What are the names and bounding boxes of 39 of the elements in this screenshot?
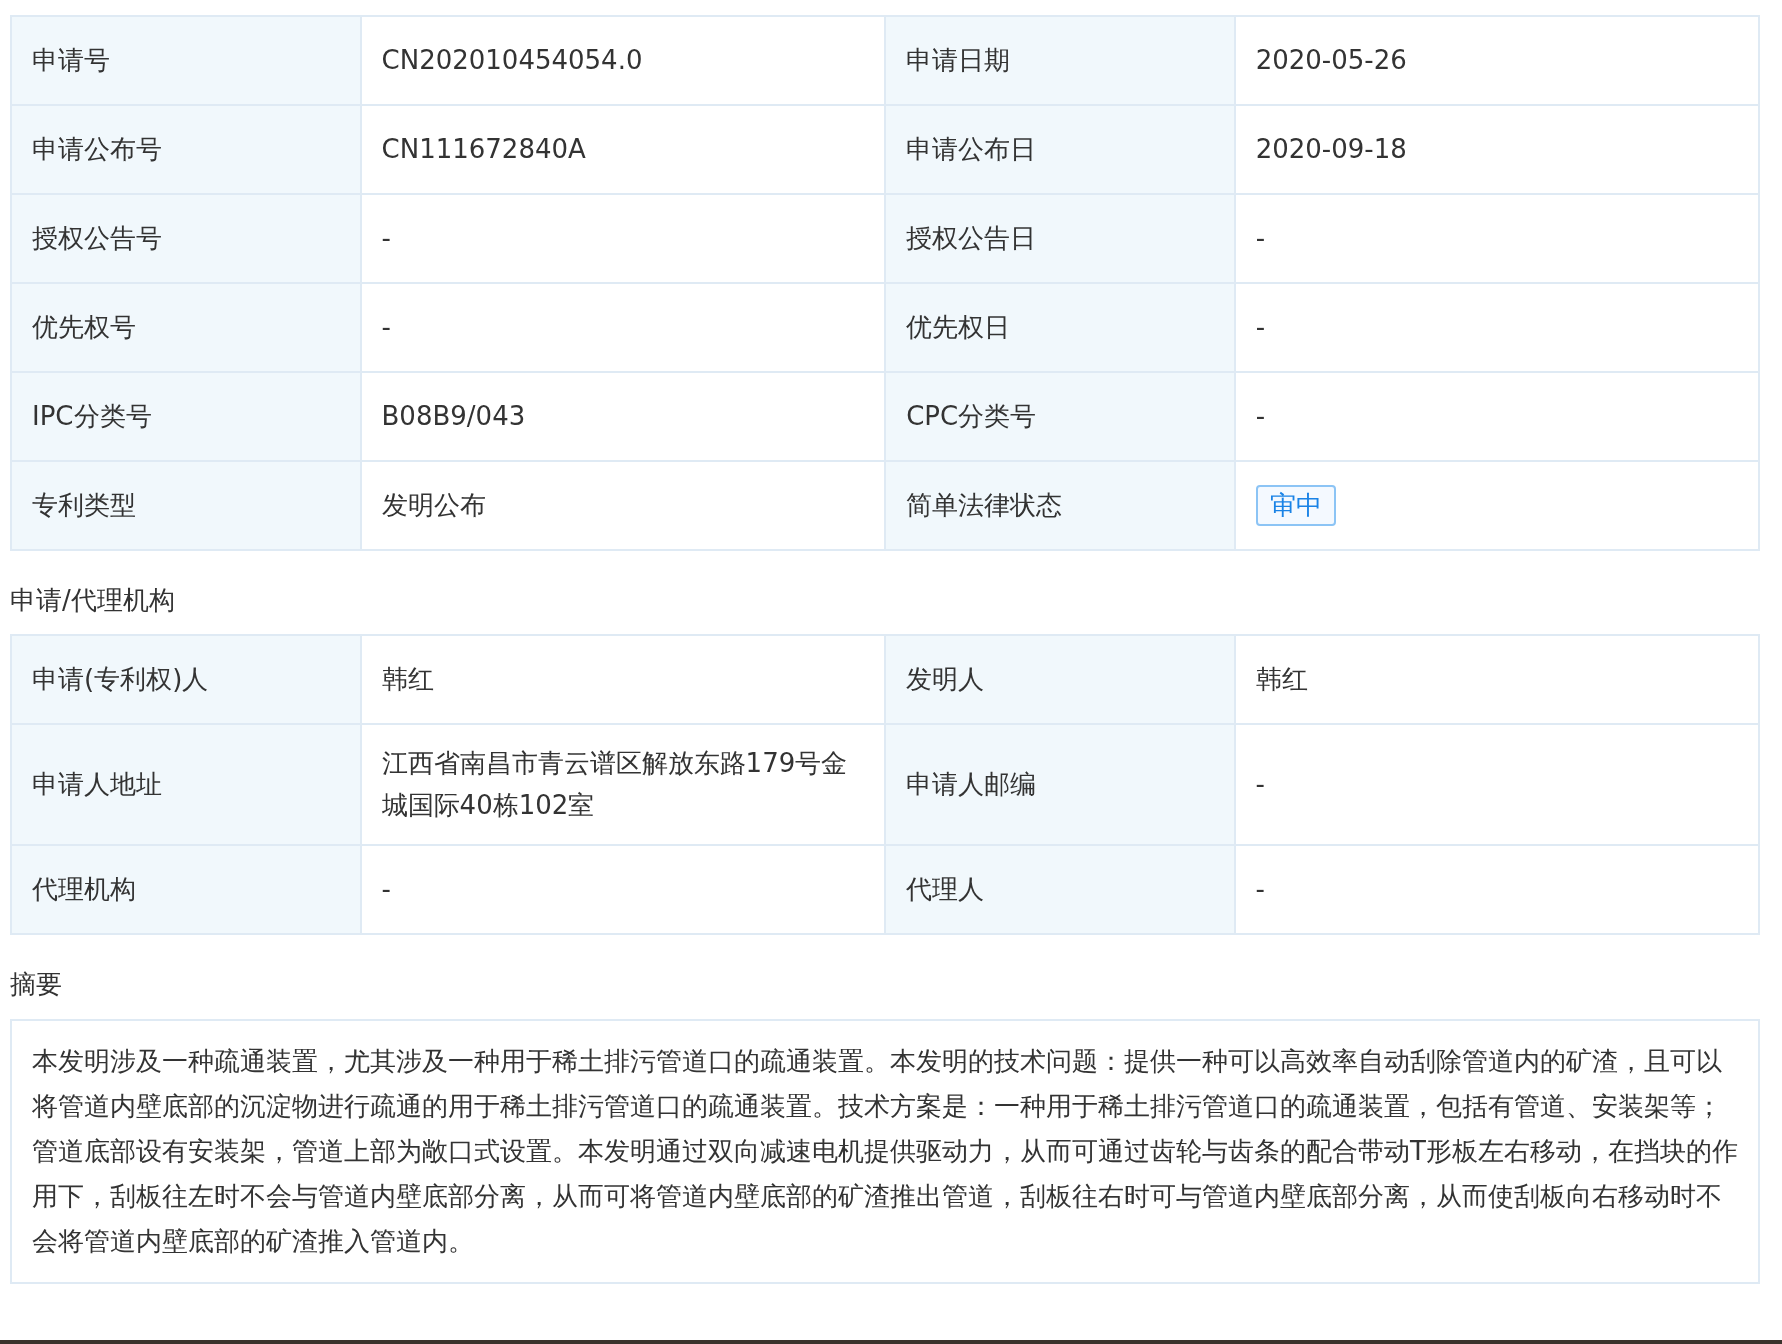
section-heading: 申请/代理机构 xyxy=(10,584,176,617)
field-label: 授权公告号 xyxy=(11,194,361,283)
field-value: CN202010454054.0 xyxy=(360,16,886,105)
field-value: - xyxy=(1234,372,1759,461)
field-value: - xyxy=(1234,724,1759,846)
field-value: - xyxy=(360,194,886,283)
field-label: 申请人地址 xyxy=(11,724,361,846)
field-label: 简单法律状态 xyxy=(885,461,1235,550)
field-value: CN111672840A xyxy=(360,105,886,194)
field-label: 授权公告日 xyxy=(885,194,1235,283)
field-value: - xyxy=(1234,194,1759,283)
field-label: 申请号 xyxy=(11,16,361,105)
field-label: 发明人 xyxy=(885,635,1235,725)
abstract-text: 本发明涉及一种疏通装置，尤其涉及一种用于稀土排污管道口的疏通装置。本发明的技术问题：提供一种可以高效率自动刮除管道内的矿渣，且可以将管道内壁底部的沉淀物进行疏通的用于稀土排污管道口的疏通装置。技术方案是：一种用于稀土排污管道口的疏通装置，包括有管道、安装架等；管道底部设有安装架，管道上部为敞口式设置。本发明通过双向减速电机提供驱动力，从而可通过齿轮与齿条的配合带动T形板左右移动，在挡块的作用下，刮板往左时不会与管道内壁底部分离，从而可将管道内壁底部的矿渣推出管道，刮板往右时可与管道内壁底部分离，从而使刮板向右移动时不会将管道内壁底部的矿渣推入管道内。 xyxy=(32,1044,1738,1258)
field-value: 2020-09-18 xyxy=(1234,105,1759,194)
field-value: 2020-05-26 xyxy=(1234,16,1759,105)
field-label: 优先权号 xyxy=(11,283,361,372)
field-value: - xyxy=(360,845,885,935)
field-value: 韩红 xyxy=(1234,635,1759,725)
field-value: 韩红 xyxy=(360,635,885,725)
field-value: - xyxy=(360,283,886,372)
field-label: 代理机构 xyxy=(11,845,361,935)
field-value: B08B9/043 xyxy=(360,372,886,461)
field-label: 专利类型 xyxy=(11,461,361,550)
field-value: 江西省南昌市青云谱区解放东路179号金城国际40栋102室 xyxy=(360,724,885,846)
field-label: 代理人 xyxy=(885,845,1235,935)
field-label: 申请人邮编 xyxy=(885,724,1235,846)
field-label: IPC分类号 xyxy=(11,372,361,461)
field-label: 优先权日 xyxy=(885,283,1235,372)
status-tag: 审中 xyxy=(1255,484,1336,527)
field-label: 申请公布号 xyxy=(11,105,361,194)
field-label: 申请(专利权)人 xyxy=(11,635,361,725)
field-value: - xyxy=(1234,845,1759,935)
section-heading: 摘要 xyxy=(10,968,63,1002)
field-value: - xyxy=(1234,283,1759,372)
field-value: 发明公布 xyxy=(360,461,886,550)
field-label: 申请公布日 xyxy=(885,105,1235,194)
field-label: 申请日期 xyxy=(885,16,1235,105)
field-label: CPC分类号 xyxy=(885,372,1235,461)
